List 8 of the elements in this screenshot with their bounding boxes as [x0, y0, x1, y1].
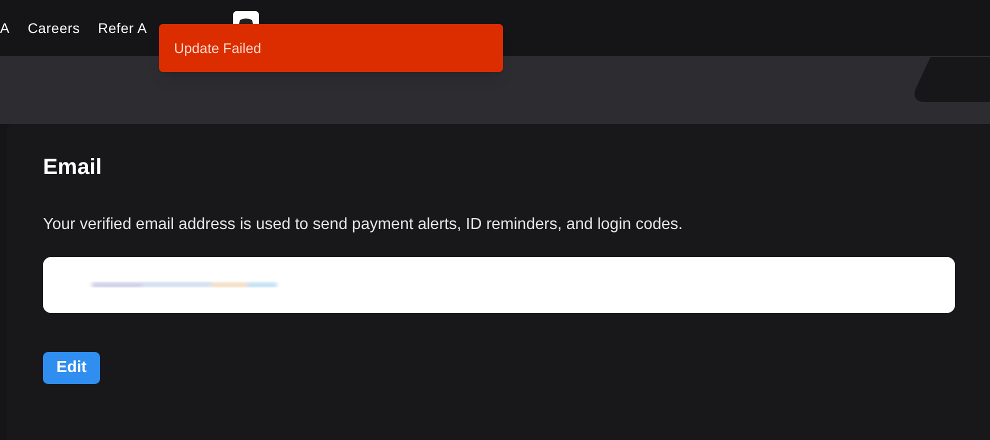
- nav-link[interactable]: Refer A: [98, 18, 148, 38]
- nav-link[interactable]: Careers: [28, 18, 80, 38]
- toast-message: Update Failed: [174, 38, 262, 58]
- email-field[interactable]: [43, 257, 955, 313]
- nav-link[interactable]: A: [0, 18, 10, 38]
- card-title: Email: [43, 153, 103, 181]
- description: Your verified email address is used to send payment alerts, ID reminders, and login codes.: [43, 215, 684, 235]
- chat-icon: [233, 11, 260, 24]
